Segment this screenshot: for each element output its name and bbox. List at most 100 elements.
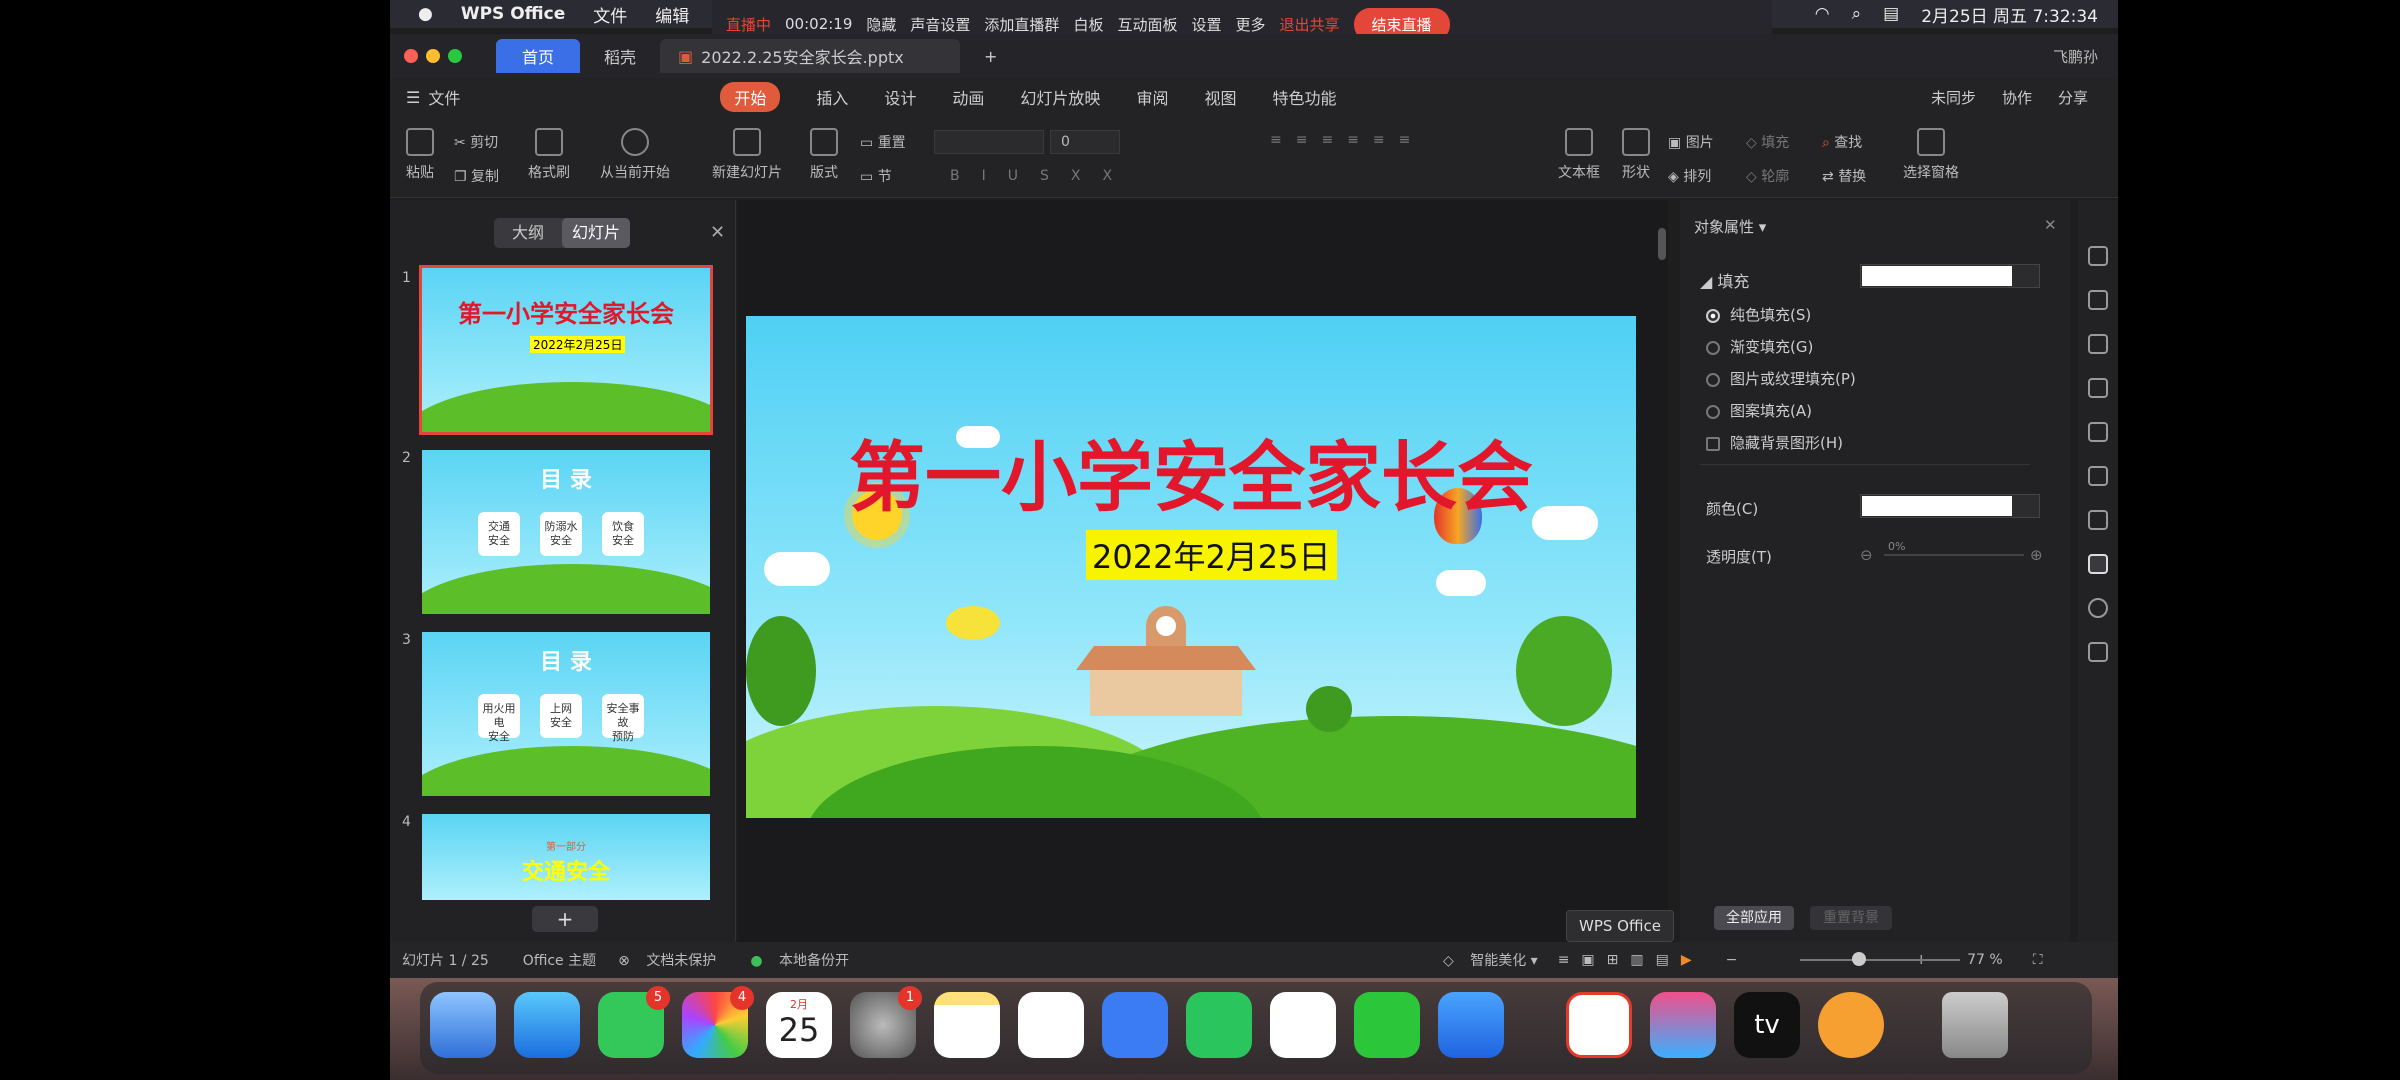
fit-window-icon[interactable]: ⛶ xyxy=(2033,952,2043,968)
menu-design[interactable]: 设计 xyxy=(884,85,916,109)
tab-docer[interactable]: 稻壳 xyxy=(586,39,654,73)
canvas-scrollbar[interactable] xyxy=(1658,228,1666,260)
sidebar-pin-icon[interactable] xyxy=(2088,510,2108,530)
notes-icon[interactable] xyxy=(934,992,1000,1058)
iqiyi-icon[interactable] xyxy=(1354,992,1420,1058)
exit-share-button[interactable]: 退出共享 xyxy=(1280,14,1340,35)
fill-button[interactable]: ◇ 填充 xyxy=(1746,132,1806,152)
menubar-edit[interactable]: 编辑 xyxy=(655,2,689,27)
panel-close-icon[interactable]: ✕ xyxy=(710,222,725,243)
fill-section-header[interactable]: ◢ 填充 xyxy=(1700,268,1749,292)
zoom-slider-knob[interactable] xyxy=(1852,952,1866,966)
menu-features[interactable]: 特色功能 xyxy=(1272,85,1336,109)
live-sound-settings[interactable]: 声音设置 xyxy=(910,14,970,35)
outline-button[interactable]: ◇ 轮廓 xyxy=(1746,166,1806,186)
textbox-button[interactable]: 文本框 xyxy=(1554,128,1604,182)
apple-icon[interactable]: ● xyxy=(418,4,433,24)
transparency-slider[interactable] xyxy=(1884,554,2024,556)
trash-icon[interactable] xyxy=(1942,992,2008,1058)
menu-file[interactable]: 文件 xyxy=(428,85,460,109)
tab-home[interactable]: 首页 xyxy=(496,39,580,73)
close-window-button[interactable] xyxy=(404,49,418,63)
transparency-minus-icon[interactable]: ⊖ xyxy=(1860,546,1873,564)
font-name-select[interactable] xyxy=(934,130,1044,154)
hide-background-checkbox[interactable]: 隐藏背景图形(H) xyxy=(1706,432,1843,453)
zoom-window-button[interactable] xyxy=(448,49,462,63)
sidebar-history-icon[interactable] xyxy=(2088,598,2108,618)
calendar-icon[interactable]: 2月 25 xyxy=(766,992,832,1058)
add-slide-button[interactable]: + xyxy=(532,906,598,932)
wechat-icon[interactable] xyxy=(1186,992,1252,1058)
control-center-icon[interactable]: ▤ xyxy=(1883,4,1899,24)
apply-all-button[interactable]: 全部应用 xyxy=(1714,906,1794,930)
presenter-view-icon[interactable]: ▤ xyxy=(1656,952,1669,968)
live-settings[interactable]: 设置 xyxy=(1191,14,1221,35)
zoom-level[interactable]: 77 % xyxy=(1967,952,2003,968)
live-whiteboard[interactable]: 白板 xyxy=(1073,14,1103,35)
menubar-clock[interactable]: 2月25日 周五 7:32:34 xyxy=(1921,2,2098,27)
slide-thumbnail-1[interactable]: 第一小学安全家长会 2022年2月25日 xyxy=(419,265,713,435)
gradient-fill-option[interactable]: 渐变填充(G) xyxy=(1706,336,1813,357)
spotlight-icon[interactable]: ⌕ xyxy=(1852,4,1862,24)
minimize-window-button[interactable] xyxy=(426,49,440,63)
format-painter-button[interactable]: 格式刷 xyxy=(524,128,574,182)
slide-title[interactable]: 第一小学安全家长会 xyxy=(746,416,1636,526)
sidebar-brush-icon[interactable] xyxy=(2088,334,2108,354)
replace-button[interactable]: ⇄ 替换 xyxy=(1822,166,1892,186)
menu-animation[interactable]: 动画 xyxy=(952,85,984,109)
protect-status[interactable]: ⊗ 文档未保护 xyxy=(618,950,716,970)
sync-status[interactable]: 未同步 xyxy=(1931,87,1976,108)
kuwo-icon[interactable] xyxy=(1102,992,1168,1058)
reset-button[interactable]: ▭ 重置 xyxy=(860,132,920,152)
transparency-plus-icon[interactable]: ⊕ xyxy=(2030,546,2043,564)
reset-background-button[interactable]: 重置背景 xyxy=(1810,906,1892,930)
zoom-slider[interactable] xyxy=(1800,959,1960,961)
wifi-icon[interactable]: ◠ xyxy=(1815,4,1830,24)
menu-slideshow[interactable]: 幻灯片放映 xyxy=(1020,85,1100,109)
new-slide-button[interactable]: 新建幻灯片 xyxy=(702,128,792,182)
sidebar-animation-icon[interactable] xyxy=(2088,422,2108,442)
sidebar-properties-icon[interactable] xyxy=(2088,554,2108,574)
copy-button[interactable]: ❐ 复制 xyxy=(454,166,514,186)
apple-tv-icon[interactable]: tv xyxy=(1734,992,1800,1058)
qq-icon[interactable] xyxy=(1270,992,1336,1058)
play-from-current-button[interactable]: 从当前开始 xyxy=(590,128,680,182)
slide-editing-canvas[interactable]: 第一小学安全家长会 2022年2月25日 xyxy=(738,200,1668,942)
cut-button[interactable]: ✂ 剪切 xyxy=(454,132,514,152)
section-button[interactable]: ▭ 节 xyxy=(860,166,920,186)
system-settings-icon[interactable]: 1 xyxy=(850,986,922,1058)
zoom-out-icon[interactable]: − xyxy=(1726,952,1738,968)
feishu-icon[interactable] xyxy=(1438,992,1504,1058)
sorter-view-icon[interactable]: ⊞ xyxy=(1607,952,1619,968)
user-name[interactable]: 飞鹏孙 xyxy=(2053,46,2098,67)
selection-pane-button[interactable]: 选择窗格 xyxy=(1896,128,1966,182)
photos-icon[interactable]: 4 xyxy=(682,986,754,1058)
find-button[interactable]: ⌕ 查找 xyxy=(1822,132,1882,152)
picture-fill-option[interactable]: 图片或纹理填充(P) xyxy=(1706,368,1856,389)
panel-close-icon[interactable]: ✕ xyxy=(2044,216,2057,234)
slide-thumbnail-2[interactable]: 目 录 交通 安全 防溺水 安全 饮食 安全 xyxy=(422,450,710,614)
archive-utility-icon[interactable] xyxy=(1650,992,1716,1058)
picture-button[interactable]: ▣ 图片 xyxy=(1668,132,1738,152)
hamburger-icon[interactable]: ☰ xyxy=(406,88,420,107)
pattern-fill-option[interactable]: 图案填充(A) xyxy=(1706,400,1812,421)
live-more[interactable]: 更多 xyxy=(1235,14,1265,35)
sidebar-chart-icon[interactable] xyxy=(2088,378,2108,398)
live-stream-app-icon[interactable] xyxy=(1818,992,1884,1058)
solid-fill-option[interactable]: 纯色填充(S) xyxy=(1706,304,1811,325)
tab-outline[interactable]: 大纲 xyxy=(494,218,562,248)
live-interact-panel[interactable]: 互动面板 xyxy=(1117,14,1177,35)
menu-insert[interactable]: 插入 xyxy=(816,85,848,109)
arrange-button[interactable]: ◈ 排列 xyxy=(1668,166,1738,186)
paragraph-buttons[interactable]: ≡≡≡≡≡≡ xyxy=(1270,132,1530,148)
sidebar-image-icon[interactable] xyxy=(2088,642,2108,662)
finder-icon[interactable] xyxy=(430,992,496,1058)
wps-office-icon[interactable] xyxy=(1566,992,1632,1058)
live-add-group[interactable]: 添加直播群 xyxy=(984,14,1059,35)
layout-button[interactable]: 版式 xyxy=(802,128,846,182)
current-slide[interactable]: 第一小学安全家长会 2022年2月25日 xyxy=(746,316,1636,818)
properties-header[interactable]: 对象属性 ▾ xyxy=(1694,216,1766,237)
tab-document[interactable]: ▣ 2022.2.25安全家长会.pptx xyxy=(660,39,961,73)
sidebar-layers-icon[interactable] xyxy=(2088,466,2108,486)
notes-view-icon[interactable]: ≡ xyxy=(1558,952,1570,968)
